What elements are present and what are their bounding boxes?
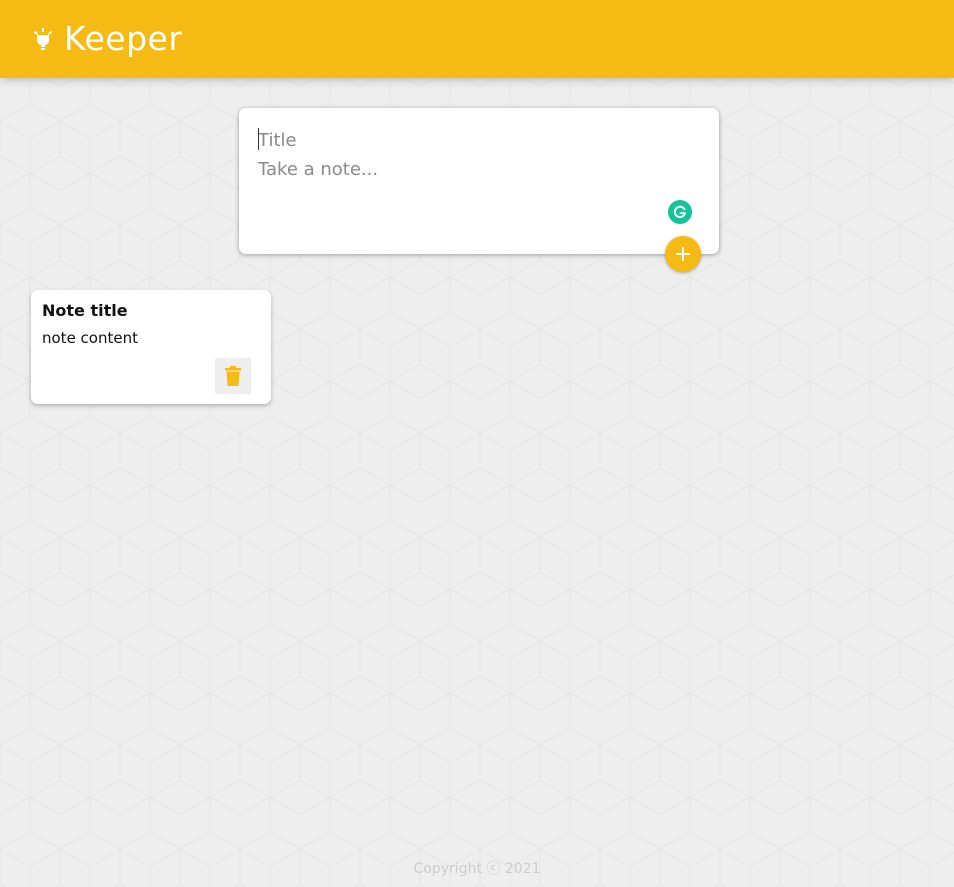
note-content: note content <box>42 329 138 347</box>
add-note-button[interactable] <box>665 236 701 272</box>
copyright-text: Copyright ⓒ 2021 <box>413 861 541 877</box>
plus-icon <box>676 247 690 261</box>
grammarly-icon[interactable] <box>668 200 692 224</box>
note-card: Note title note content <box>31 290 271 404</box>
trash-icon <box>225 366 241 386</box>
app-header: Keeper <box>0 0 954 78</box>
footer: Copyright ⓒ 2021 <box>0 858 954 880</box>
note-title: Note title <box>42 301 128 320</box>
delete-note-button[interactable] <box>215 358 251 394</box>
note-content-input[interactable] <box>258 159 698 229</box>
note-title-input[interactable] <box>258 127 698 153</box>
lightbulb-icon <box>33 28 53 52</box>
app-title: Keeper <box>64 19 183 58</box>
text-cursor <box>258 128 259 150</box>
create-note-form <box>239 108 719 272</box>
